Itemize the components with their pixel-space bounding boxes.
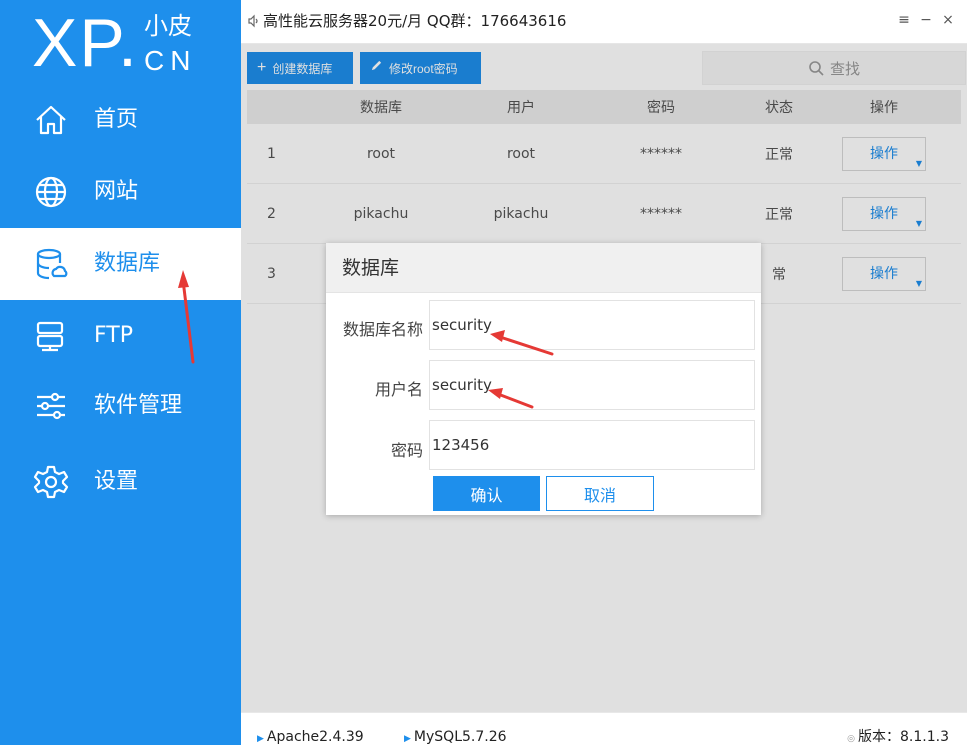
status-bar: ▶ Apache2.4.39 ▶ MySQL5.7.26 ◎ 版本：8.1.1.3 xyxy=(241,712,967,745)
minimize-button[interactable]: − xyxy=(919,12,933,28)
sidebar-item-settings[interactable]: 设置 xyxy=(0,446,241,518)
database-icon xyxy=(33,246,69,282)
username-input[interactable] xyxy=(429,360,755,410)
database-name-label: 数据库名称 xyxy=(342,320,423,339)
server-icon xyxy=(33,318,69,354)
notice-text: 高性能云服务器20元/月 QQ群：176643616 xyxy=(263,12,567,30)
dialog-title: 数据库 xyxy=(326,243,761,293)
top-bar: 高性能云服务器20元/月 QQ群：176643616 ≡ − × xyxy=(241,0,967,44)
sidebar-item-database[interactable]: 数据库 xyxy=(0,228,241,300)
sidebar-item-label: 数据库 xyxy=(94,251,161,276)
username-label: 用户名 xyxy=(374,380,423,399)
confirm-button[interactable]: 确认 xyxy=(433,476,540,511)
home-icon xyxy=(33,102,69,138)
sidebar-item-label: 首页 xyxy=(94,107,139,132)
database-name-input[interactable] xyxy=(429,300,755,350)
database-dialog: 数据库 数据库名称 用户名 密码 确认 取消 xyxy=(326,243,761,515)
logo-domain-text: CN xyxy=(144,45,197,76)
sliders-icon xyxy=(33,388,69,424)
globe-icon xyxy=(33,174,69,210)
version-info: ◎ 版本：8.1.1.3 xyxy=(847,728,949,745)
sidebar-item-software[interactable]: 软件管理 xyxy=(0,370,241,442)
mysql-version: MySQL5.7.26 xyxy=(413,729,507,745)
cancel-button[interactable]: 取消 xyxy=(546,476,654,511)
app-logo: XP. 小皮 CN xyxy=(32,8,232,78)
speaker-icon xyxy=(247,13,261,28)
password-input[interactable] xyxy=(429,420,755,470)
sidebar-item-label: 设置 xyxy=(94,469,139,494)
sidebar-item-label: 网站 xyxy=(94,179,139,204)
sidebar-item-label: FTP xyxy=(94,323,133,348)
gear-icon xyxy=(33,464,69,500)
version-text: 版本：8.1.1.3 xyxy=(858,729,949,745)
sidebar-item-website[interactable]: 网站 xyxy=(0,156,241,228)
play-icon: ▶ xyxy=(257,734,264,744)
password-label: 密码 xyxy=(390,441,423,460)
close-button[interactable]: × xyxy=(941,12,955,28)
info-icon: ◎ xyxy=(847,734,856,744)
apache-version: Apache2.4.39 xyxy=(266,729,364,745)
logo-main-text: XP. xyxy=(32,5,139,81)
sidebar: XP. 小皮 CN 首页 网站 数据库 FTP 软件管理 设置 xyxy=(0,0,241,745)
menu-icon[interactable]: ≡ xyxy=(897,12,911,28)
sidebar-item-home[interactable]: 首页 xyxy=(0,84,241,156)
sidebar-item-ftp[interactable]: FTP xyxy=(0,300,241,372)
logo-cn-text: 小皮 xyxy=(144,12,192,40)
apache-status: ▶ Apache2.4.39 xyxy=(257,728,364,745)
sidebar-item-label: 软件管理 xyxy=(94,393,183,418)
mysql-status: ▶ MySQL5.7.26 xyxy=(404,728,507,745)
play-icon: ▶ xyxy=(404,734,411,744)
window-controls: ≡ − × xyxy=(897,12,955,28)
